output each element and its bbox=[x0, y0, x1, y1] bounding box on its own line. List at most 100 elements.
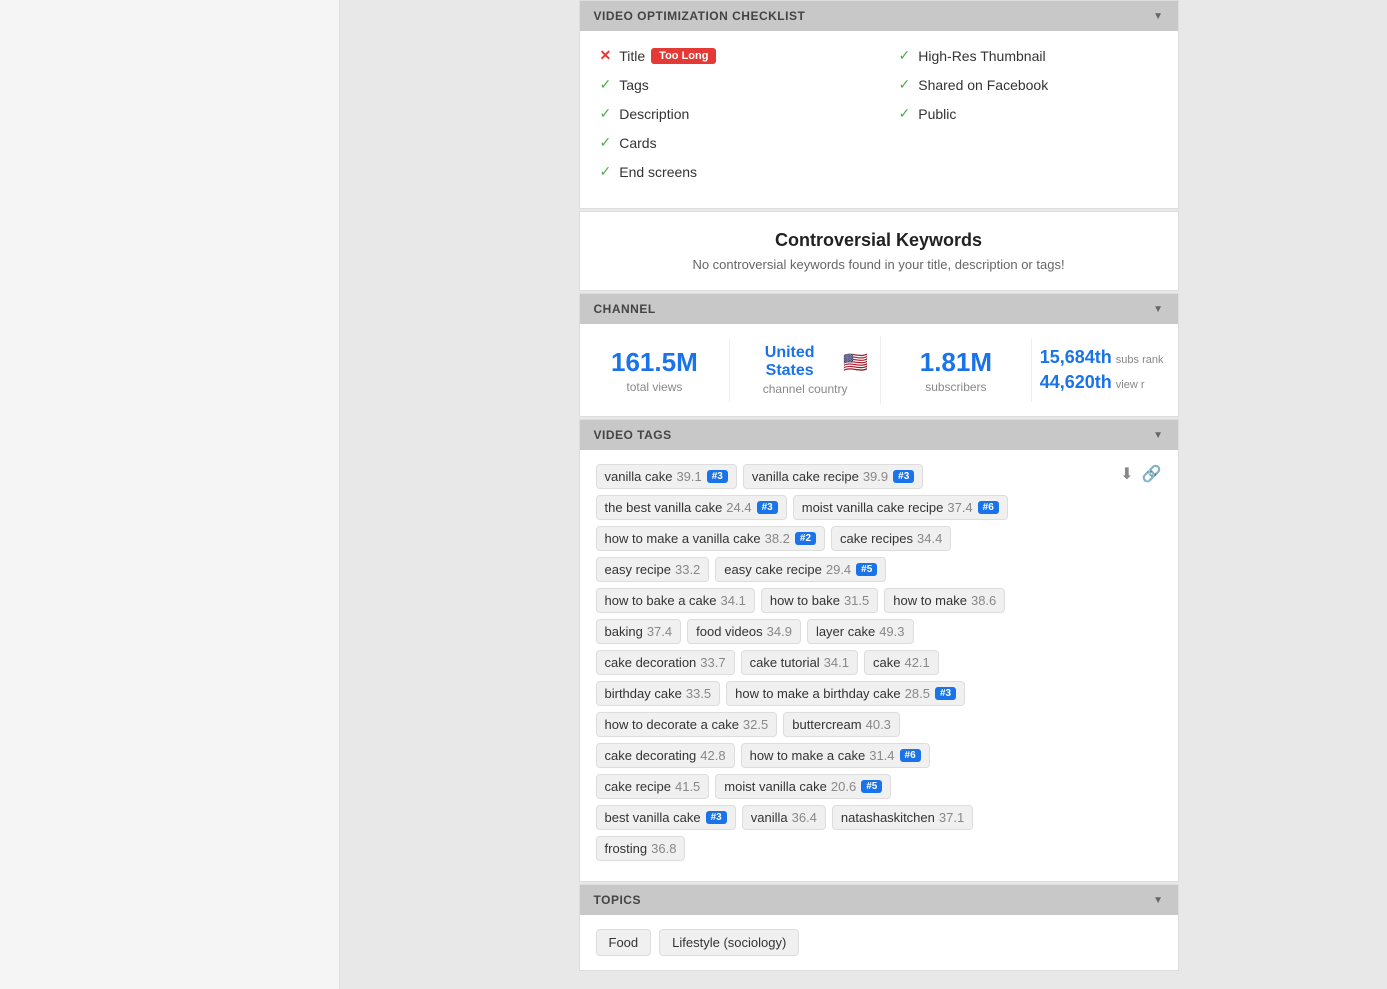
subs-rank-label: subs rank bbox=[1116, 354, 1164, 366]
country-link[interactable]: United States 🇺🇸 bbox=[742, 344, 868, 380]
tag-frosting[interactable]: frosting 36.8 bbox=[596, 836, 686, 861]
tags-row-4: easy recipe 33.2 easy cake recipe 29.4 #… bbox=[596, 557, 1162, 582]
check-icon-thumbnail: ✓ bbox=[899, 47, 911, 64]
tags-row-10: cake decorating 42.8 how to make a cake … bbox=[596, 743, 1162, 768]
checklist-label-thumbnail: High-Res Thumbnail bbox=[918, 48, 1045, 64]
channel-stat-rank: 15,684th subs rank 44,620th view r bbox=[1032, 339, 1178, 401]
tag-how-to-bake-a-cake[interactable]: how to bake a cake 34.1 bbox=[596, 588, 755, 613]
tag-food-videos[interactable]: food videos 34.9 bbox=[687, 619, 801, 644]
tag-best-vanilla-cake[interactable]: the best vanilla cake 24.4 #3 bbox=[596, 495, 787, 520]
tags-body: ⬇ 🔗 vanilla cake 39.1 #3 vanilla cake re… bbox=[580, 450, 1178, 881]
tag-moist-vanilla-cake-recipe[interactable]: moist vanilla cake recipe 37.4 #6 bbox=[793, 495, 1008, 520]
topic-lifestyle-label: Lifestyle (sociology) bbox=[672, 935, 786, 950]
tag-how-to-make-a-birthday-cake[interactable]: how to make a birthday cake 28.5 #3 bbox=[726, 681, 965, 706]
checklist-item-facebook: ✓ Shared on Facebook bbox=[899, 76, 1158, 93]
checklist-item-cards: ✓ Cards bbox=[600, 134, 859, 151]
channel-body: 161.5M total views United States 🇺🇸 chan… bbox=[580, 324, 1178, 416]
topics-header[interactable]: TOPICS ▼ bbox=[580, 885, 1178, 915]
tag-how-to-make-a-vanilla-cake[interactable]: how to make a vanilla cake 38.2 #2 bbox=[596, 526, 826, 551]
tag-how-to-bake[interactable]: how to bake 31.5 bbox=[761, 588, 878, 613]
checklist-arrow: ▼ bbox=[1153, 11, 1163, 22]
topics-section: TOPICS ▼ Food Lifestyle (sociology) bbox=[579, 884, 1179, 971]
tags-header[interactable]: VIDEO TAGS ▼ bbox=[580, 420, 1178, 450]
channel-title: CHANNEL bbox=[594, 302, 656, 316]
tag-cake-decorating[interactable]: cake decorating 42.8 bbox=[596, 743, 735, 768]
tag-how-to-make-a-cake[interactable]: how to make a cake 31.4 #6 bbox=[741, 743, 930, 768]
tags-row-5: how to bake a cake 34.1 how to bake 31.5… bbox=[596, 588, 1162, 613]
tag-easy-recipe[interactable]: easy recipe 33.2 bbox=[596, 557, 710, 582]
controversial-title: Controversial Keywords bbox=[600, 230, 1158, 251]
tag-how-to-decorate-a-cake[interactable]: how to decorate a cake 32.5 bbox=[596, 712, 778, 737]
checklist-label-endscreens: End screens bbox=[619, 164, 697, 180]
tags-row-12: best vanilla cake #3 vanilla 36.4 natash… bbox=[596, 805, 1162, 830]
checklist-label-description: Description bbox=[619, 106, 689, 122]
badge-too-long: Too Long bbox=[651, 48, 716, 64]
tag-vanilla-cake-recipe[interactable]: vanilla cake recipe 39.9 #3 bbox=[743, 464, 923, 489]
topics-body: Food Lifestyle (sociology) bbox=[580, 915, 1178, 970]
country-label: channel country bbox=[742, 382, 868, 396]
tag-natashaskitchen[interactable]: natashaskitchen 37.1 bbox=[832, 805, 973, 830]
channel-stat-country: United States 🇺🇸 channel country bbox=[730, 336, 881, 404]
checklist-item-title: ✕ Title Too Long bbox=[600, 47, 859, 64]
tag-cake[interactable]: cake 42.1 bbox=[864, 650, 939, 675]
tag-cake-recipe[interactable]: cake recipe 41.5 bbox=[596, 774, 710, 799]
tag-vanilla-cake[interactable]: vanilla cake 39.1 #3 bbox=[596, 464, 737, 489]
check-icon-cards: ✓ bbox=[600, 134, 612, 151]
country-flag: 🇺🇸 bbox=[843, 350, 868, 375]
tag-best-vanilla-cake2[interactable]: best vanilla cake #3 bbox=[596, 805, 736, 830]
tag-birthday-cake[interactable]: birthday cake 33.5 bbox=[596, 681, 721, 706]
tags-arrow: ▼ bbox=[1153, 430, 1163, 441]
checklist-header[interactable]: VIDEO OPTIMIZATION CHECKLIST ▼ bbox=[580, 1, 1178, 31]
checklist-body: ✕ Title Too Long ✓ Tags ✓ Description ✓ bbox=[580, 31, 1178, 208]
topic-lifestyle[interactable]: Lifestyle (sociology) bbox=[659, 929, 799, 956]
checklist-label-cards: Cards bbox=[619, 135, 656, 151]
checklist-label-tags: Tags bbox=[619, 77, 649, 93]
country-name: United States bbox=[742, 344, 837, 380]
tags-icons: ⬇ 🔗 bbox=[1120, 464, 1161, 484]
controversial-subtitle: No controversial keywords found in your … bbox=[600, 257, 1158, 272]
tags-row-1: vanilla cake 39.1 #3 vanilla cake recipe… bbox=[596, 464, 1162, 489]
tag-cake-decoration[interactable]: cake decoration 33.7 bbox=[596, 650, 735, 675]
checklist-item-thumbnail: ✓ High-Res Thumbnail bbox=[899, 47, 1158, 64]
channel-arrow: ▼ bbox=[1153, 304, 1163, 315]
tags-row-7: cake decoration 33.7 cake tutorial 34.1 … bbox=[596, 650, 1162, 675]
x-icon: ✕ bbox=[600, 47, 612, 64]
tag-baking[interactable]: baking 37.4 bbox=[596, 619, 682, 644]
checklist-col-right: ✓ High-Res Thumbnail ✓ Shared on Faceboo… bbox=[899, 47, 1158, 192]
tag-moist-vanilla-cake[interactable]: moist vanilla cake 20.6 #5 bbox=[715, 774, 891, 799]
view-rank-label: view r bbox=[1116, 379, 1145, 391]
topics-arrow: ▼ bbox=[1153, 895, 1163, 906]
checklist-item-endscreens: ✓ End screens bbox=[600, 163, 859, 180]
checklist-item-tags: ✓ Tags bbox=[600, 76, 859, 93]
tags-row-2: the best vanilla cake 24.4 #3 moist vani… bbox=[596, 495, 1162, 520]
link-icon[interactable]: 🔗 bbox=[1142, 464, 1162, 484]
main-content: VIDEO OPTIMIZATION CHECKLIST ▼ ✕ Title T… bbox=[579, 0, 1179, 973]
tag-easy-cake-recipe[interactable]: easy cake recipe 29.4 #5 bbox=[715, 557, 886, 582]
subscribers-label: subscribers bbox=[893, 380, 1019, 394]
subscribers-value: 1.81M bbox=[893, 347, 1019, 378]
topic-food-label: Food bbox=[609, 935, 639, 950]
channel-stat-views: 161.5M total views bbox=[580, 339, 731, 402]
checklist-section: VIDEO OPTIMIZATION CHECKLIST ▼ ✕ Title T… bbox=[579, 0, 1179, 209]
checklist-title: VIDEO OPTIMIZATION CHECKLIST bbox=[594, 9, 806, 23]
checklist-label-title: Title bbox=[619, 48, 645, 64]
tags-row-6: baking 37.4 food videos 34.9 layer cake … bbox=[596, 619, 1162, 644]
tag-vanilla[interactable]: vanilla 36.4 bbox=[742, 805, 826, 830]
tags-row-9: how to decorate a cake 32.5 buttercream … bbox=[596, 712, 1162, 737]
check-icon-tags: ✓ bbox=[600, 76, 612, 93]
checklist-label-public: Public bbox=[918, 106, 956, 122]
tag-cake-recipes[interactable]: cake recipes 34.4 bbox=[831, 526, 951, 551]
topic-food[interactable]: Food bbox=[596, 929, 652, 956]
tag-how-to-make[interactable]: how to make 38.6 bbox=[884, 588, 1005, 613]
channel-stat-subscribers: 1.81M subscribers bbox=[881, 339, 1032, 402]
channel-header[interactable]: CHANNEL ▼ bbox=[580, 294, 1178, 324]
tag-cake-tutorial[interactable]: cake tutorial 34.1 bbox=[741, 650, 858, 675]
tags-row-11: cake recipe 41.5 moist vanilla cake 20.6… bbox=[596, 774, 1162, 799]
channel-section: CHANNEL ▼ 161.5M total views United Stat… bbox=[579, 293, 1179, 417]
download-icon[interactable]: ⬇ bbox=[1120, 464, 1133, 484]
page-wrapper: VIDEO OPTIMIZATION CHECKLIST ▼ ✕ Title T… bbox=[0, 0, 1387, 989]
tag-buttercream[interactable]: buttercream 40.3 bbox=[783, 712, 900, 737]
tags-row-8: birthday cake 33.5 how to make a birthda… bbox=[596, 681, 1162, 706]
tag-layer-cake[interactable]: layer cake 49.3 bbox=[807, 619, 914, 644]
check-icon-facebook: ✓ bbox=[899, 76, 911, 93]
